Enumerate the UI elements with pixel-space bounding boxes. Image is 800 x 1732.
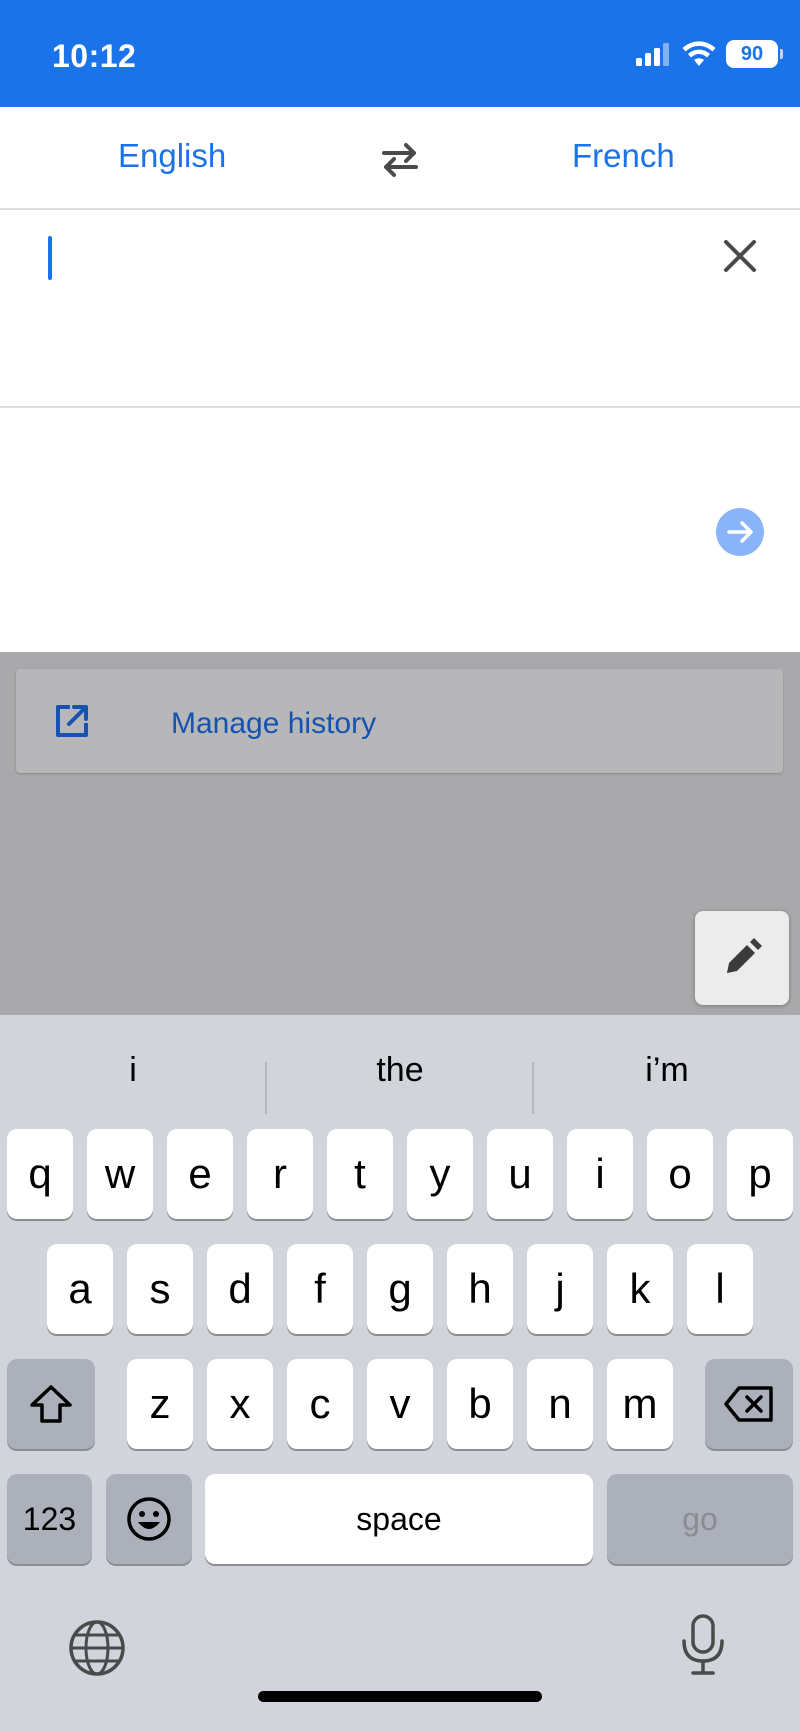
- key[interactable]: v: [367, 1359, 433, 1449]
- key[interactable]: s: [127, 1244, 193, 1334]
- key[interactable]: f: [287, 1244, 353, 1334]
- key[interactable]: y: [407, 1129, 473, 1219]
- status-bar: 10:12 90: [0, 0, 800, 107]
- suggestion-item[interactable]: the: [267, 1035, 533, 1105]
- key[interactable]: b: [447, 1359, 513, 1449]
- battery-level: 90: [740, 42, 764, 65]
- key[interactable]: h: [447, 1244, 513, 1334]
- handwriting-button[interactable]: [695, 911, 789, 1005]
- key[interactable]: x: [207, 1359, 273, 1449]
- key[interactable]: p: [727, 1129, 793, 1219]
- on-screen-keyboard: i the i’m q w e r t y u i o p a s d f g …: [0, 1015, 800, 1732]
- shift-icon: [30, 1385, 72, 1423]
- battery-icon: 90: [726, 40, 783, 68]
- close-icon[interactable]: [720, 236, 760, 276]
- key[interactable]: k: [607, 1244, 673, 1334]
- suggestion-bar: i the i’m: [0, 1035, 800, 1114]
- text-cursor: [48, 236, 52, 280]
- key[interactable]: c: [287, 1359, 353, 1449]
- open-external-icon: [56, 705, 88, 737]
- key[interactable]: w: [87, 1129, 153, 1219]
- key[interactable]: u: [487, 1129, 553, 1219]
- microphone-icon[interactable]: [680, 1613, 726, 1677]
- translation-output: [0, 410, 800, 652]
- suggestion-item[interactable]: i’m: [534, 1035, 800, 1105]
- key[interactable]: i: [567, 1129, 633, 1219]
- key[interactable]: e: [167, 1129, 233, 1219]
- arrow-right-icon: [727, 521, 753, 543]
- translate-button[interactable]: [716, 508, 764, 556]
- dimmed-overlay: Manage history: [0, 652, 800, 1015]
- key[interactable]: z: [127, 1359, 193, 1449]
- home-indicator[interactable]: [258, 1691, 542, 1702]
- source-language-button[interactable]: English: [118, 137, 226, 175]
- status-time: 10:12: [52, 38, 137, 74]
- go-key[interactable]: go: [607, 1474, 793, 1564]
- numbers-key[interactable]: 123: [7, 1474, 92, 1564]
- language-bar: English French: [0, 107, 800, 210]
- suggestion-item[interactable]: i: [0, 1035, 266, 1105]
- key[interactable]: l: [687, 1244, 753, 1334]
- source-text-input[interactable]: [0, 210, 800, 408]
- space-key[interactable]: space: [205, 1474, 593, 1564]
- manage-history-label: Manage history: [171, 707, 377, 740]
- key[interactable]: n: [527, 1359, 593, 1449]
- key[interactable]: j: [527, 1244, 593, 1334]
- manage-history-button[interactable]: Manage history: [16, 669, 783, 773]
- swap-icon[interactable]: [378, 139, 422, 179]
- wifi-icon: [682, 41, 716, 66]
- target-language-button[interactable]: French: [572, 137, 675, 175]
- key[interactable]: a: [47, 1244, 113, 1334]
- signal-icon: [636, 43, 669, 66]
- key[interactable]: t: [327, 1129, 393, 1219]
- key[interactable]: o: [647, 1129, 713, 1219]
- pen-icon: [727, 938, 762, 973]
- status-icons: 90: [636, 40, 783, 68]
- globe-icon[interactable]: [68, 1619, 126, 1677]
- backspace-key[interactable]: [705, 1359, 793, 1449]
- key[interactable]: q: [7, 1129, 73, 1219]
- emoji-key[interactable]: [106, 1474, 192, 1564]
- key[interactable]: g: [367, 1244, 433, 1334]
- backspace-icon: [724, 1386, 773, 1422]
- key[interactable]: r: [247, 1129, 313, 1219]
- key[interactable]: m: [607, 1359, 673, 1449]
- shift-key[interactable]: [7, 1359, 95, 1449]
- key[interactable]: d: [207, 1244, 273, 1334]
- emoji-icon: [127, 1497, 171, 1541]
